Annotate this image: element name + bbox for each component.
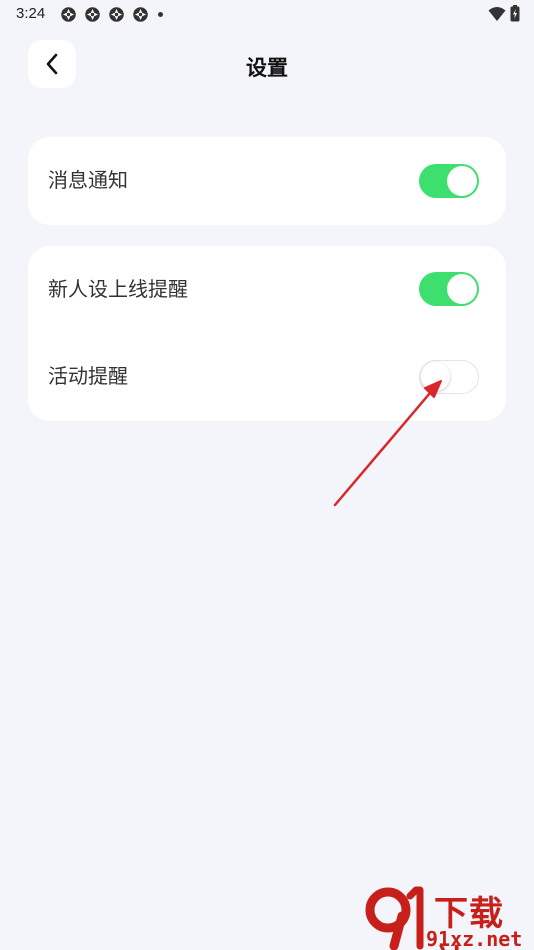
new-member-online-label: 新人设上线提醒 <box>48 279 188 301</box>
activity-reminder-label: 活动提醒 <box>48 366 128 388</box>
watermark: 下载站 91xz.net <box>364 886 534 950</box>
app-notification-icon <box>85 7 100 22</box>
status-time: 3:24 <box>16 5 46 22</box>
activity-reminder-toggle[interactable] <box>419 360 479 394</box>
header: 设置 <box>0 40 534 90</box>
setting-row-new-member-online: 新人设上线提醒 <box>28 260 506 320</box>
watermark-logo-icon <box>365 886 424 950</box>
watermark-url: 91xz.net <box>426 927 523 950</box>
new-member-online-toggle[interactable] <box>419 272 479 306</box>
setting-row-message-notification: 消息通知 <box>28 151 506 211</box>
message-notification-label: 消息通知 <box>48 170 128 192</box>
notification-icons <box>60 6 163 23</box>
notification-settings-card: 消息通知 <box>28 137 506 225</box>
system-icons <box>488 5 520 22</box>
toggle-knob <box>447 274 477 304</box>
app-notification-icon <box>109 7 124 22</box>
reminder-settings-card: 新人设上线提醒 活动提醒 <box>28 246 506 421</box>
toggle-knob <box>421 362 450 391</box>
wifi-icon <box>488 6 506 21</box>
toggle-knob <box>447 166 477 196</box>
status-bar: 3:24 <box>0 0 534 28</box>
more-notifications-dot <box>158 12 163 17</box>
setting-row-activity-reminder: 活动提醒 <box>28 347 506 407</box>
battery-charging-icon <box>510 5 520 22</box>
page-title: 设置 <box>246 57 288 80</box>
app-notification-icon <box>133 7 148 22</box>
message-notification-toggle[interactable] <box>419 164 479 198</box>
app-notification-icon <box>61 7 76 22</box>
